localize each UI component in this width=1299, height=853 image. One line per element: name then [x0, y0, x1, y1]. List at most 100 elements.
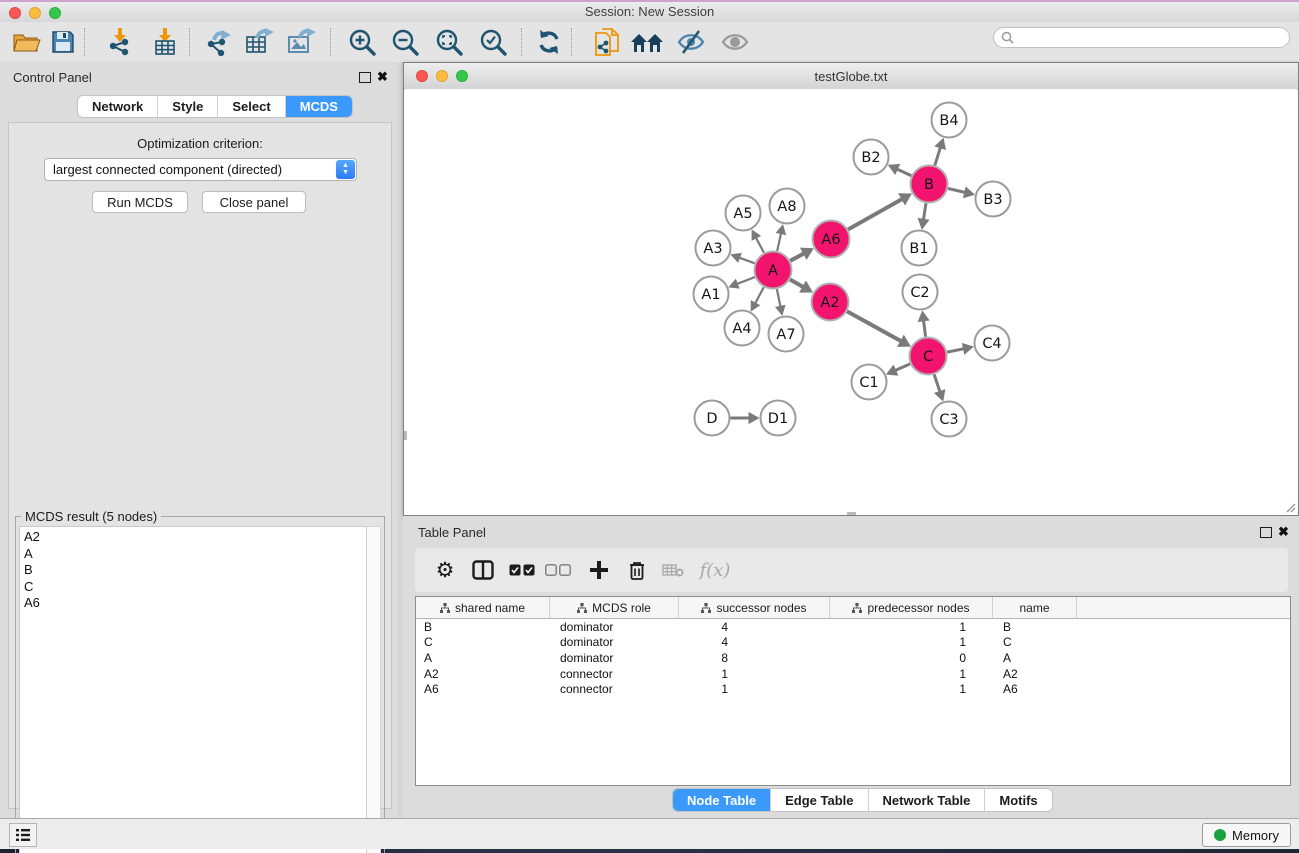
tab-style[interactable]: Style	[158, 96, 218, 117]
tab-node-table[interactable]: Node Table	[673, 789, 771, 811]
tab-network-table[interactable]: Network Table	[869, 789, 986, 811]
table-cell[interactable]: dominator	[550, 620, 679, 634]
export-image-icon[interactable]	[285, 27, 319, 57]
graph-edge[interactable]	[935, 147, 941, 165]
float-panel-icon[interactable]	[359, 72, 371, 83]
export-network-icon[interactable]	[203, 27, 237, 57]
table-cell[interactable]: B	[993, 620, 1077, 634]
mcds-result-item[interactable]: C	[24, 579, 367, 596]
tab-select[interactable]: Select	[218, 96, 285, 117]
table-row[interactable]: Cdominator41C	[416, 635, 1290, 651]
refresh-icon[interactable]	[532, 27, 566, 57]
search-input[interactable]	[993, 27, 1290, 48]
delete-column-icon[interactable]	[621, 555, 653, 585]
network-canvas[interactable]: B4B2BB3A5A8A6B1A3AC2A1A2A4A7C4CC1C3DD1	[405, 89, 1297, 515]
table-cell[interactable]: A	[416, 651, 550, 665]
table-cell[interactable]: 4	[679, 635, 830, 649]
graph-edge[interactable]	[777, 289, 781, 307]
close-panel-icon[interactable]: ✖	[377, 69, 388, 85]
deselect-all-icon[interactable]	[542, 555, 574, 585]
graph-edge[interactable]	[777, 233, 781, 251]
graph-edge[interactable]	[847, 311, 901, 341]
graph-edge[interactable]	[948, 188, 965, 192]
table-cell[interactable]: A2	[416, 667, 550, 681]
network-document-icon[interactable]	[590, 27, 624, 57]
graph-edge[interactable]	[947, 349, 964, 352]
table-cell[interactable]: connector	[550, 667, 679, 681]
zoom-selected-icon[interactable]	[476, 27, 510, 57]
mcds-result-item[interactable]: A2	[24, 529, 367, 546]
column-header-name[interactable]: name	[993, 597, 1077, 618]
table-cell[interactable]: 0	[830, 651, 993, 665]
graph-edge[interactable]	[923, 203, 926, 220]
home-icon[interactable]	[630, 27, 664, 57]
table-cell[interactable]: 1	[679, 682, 830, 696]
save-session-icon[interactable]	[46, 27, 80, 57]
tab-network[interactable]: Network	[78, 96, 158, 117]
table-cell[interactable]: dominator	[550, 635, 679, 649]
table-cell[interactable]: C	[416, 635, 550, 649]
column-header-shared-name[interactable]: shared name	[416, 597, 550, 618]
open-session-icon[interactable]	[10, 27, 44, 57]
close-panel-button[interactable]: Close panel	[202, 191, 306, 213]
graph-edge[interactable]	[934, 374, 940, 391]
column-header-predecessor-nodes[interactable]: predecessor nodes	[830, 597, 993, 618]
column-header-successor-nodes[interactable]: successor nodes	[679, 597, 830, 618]
tab-motifs[interactable]: Motifs	[985, 789, 1051, 811]
splitter-handle[interactable]	[404, 431, 407, 440]
graph-edge[interactable]	[790, 280, 803, 288]
tab-edge-table[interactable]: Edge Table	[771, 789, 868, 811]
table-float-panel-icon[interactable]	[1260, 527, 1272, 538]
graph-edge[interactable]	[755, 287, 764, 303]
table-close-panel-icon[interactable]: ✖	[1278, 524, 1289, 540]
table-cell[interactable]: A6	[993, 682, 1077, 696]
table-row[interactable]: Bdominator41B	[416, 619, 1290, 635]
graph-edge[interactable]	[848, 199, 902, 230]
zoom-fit-icon[interactable]	[432, 27, 466, 57]
task-history-icon[interactable]	[9, 823, 37, 847]
run-mcds-button[interactable]: Run MCDS	[92, 191, 188, 213]
split-view-icon[interactable]	[467, 555, 499, 585]
table-cell[interactable]: 1	[830, 620, 993, 634]
table-cell[interactable]: B	[416, 620, 550, 634]
import-network-icon[interactable]	[103, 27, 137, 57]
criterion-dropdown[interactable]: largest connected component (directed) ▲…	[44, 158, 357, 181]
table-row[interactable]: A2connector11A2	[416, 666, 1290, 682]
graph-edge[interactable]	[895, 364, 910, 371]
graph-edge[interactable]	[924, 320, 926, 336]
table-cell[interactable]: dominator	[550, 651, 679, 665]
mcds-list-scrollbar[interactable]	[366, 526, 381, 853]
graph-edge[interactable]	[897, 169, 911, 176]
graph-edge[interactable]	[790, 253, 804, 260]
settings-gear-icon[interactable]: ⚙	[429, 555, 461, 585]
zoom-out-icon[interactable]	[388, 27, 422, 57]
table-cell[interactable]: 1	[830, 635, 993, 649]
mcds-result-item[interactable]: B	[24, 562, 367, 579]
table-cell[interactable]: 1	[830, 667, 993, 681]
table-cell[interactable]: A	[993, 651, 1077, 665]
table-cell[interactable]: 8	[679, 651, 830, 665]
table-row[interactable]: Adominator80A	[416, 650, 1290, 666]
table-cell[interactable]: 1	[679, 667, 830, 681]
table-cell[interactable]: A6	[416, 682, 550, 696]
mcds-result-item[interactable]: A	[24, 546, 367, 563]
table-cell[interactable]: A2	[993, 667, 1077, 681]
memory-button[interactable]: Memory	[1202, 823, 1291, 847]
graph-edge[interactable]	[756, 238, 764, 253]
column-header-MCDS-role[interactable]: MCDS role	[550, 597, 679, 618]
table-cell[interactable]: 1	[830, 682, 993, 696]
table-cell[interactable]: 4	[679, 620, 830, 634]
zoom-in-icon[interactable]	[345, 27, 379, 57]
import-table-icon[interactable]	[148, 27, 182, 57]
graph-edge[interactable]	[737, 277, 755, 284]
tab-mcds[interactable]: MCDS	[286, 96, 352, 117]
table-cell[interactable]: connector	[550, 682, 679, 696]
add-column-icon[interactable]	[583, 555, 615, 585]
hide-graphics-details-icon[interactable]	[674, 27, 708, 57]
show-graphics-details-icon[interactable]	[718, 27, 752, 57]
splitter-handle[interactable]	[847, 512, 856, 515]
table-cell[interactable]: C	[993, 635, 1077, 649]
mcds-result-item[interactable]: A6	[24, 595, 367, 612]
table-row[interactable]: A6connector11A6	[416, 681, 1290, 697]
graph-edge[interactable]	[739, 258, 755, 264]
